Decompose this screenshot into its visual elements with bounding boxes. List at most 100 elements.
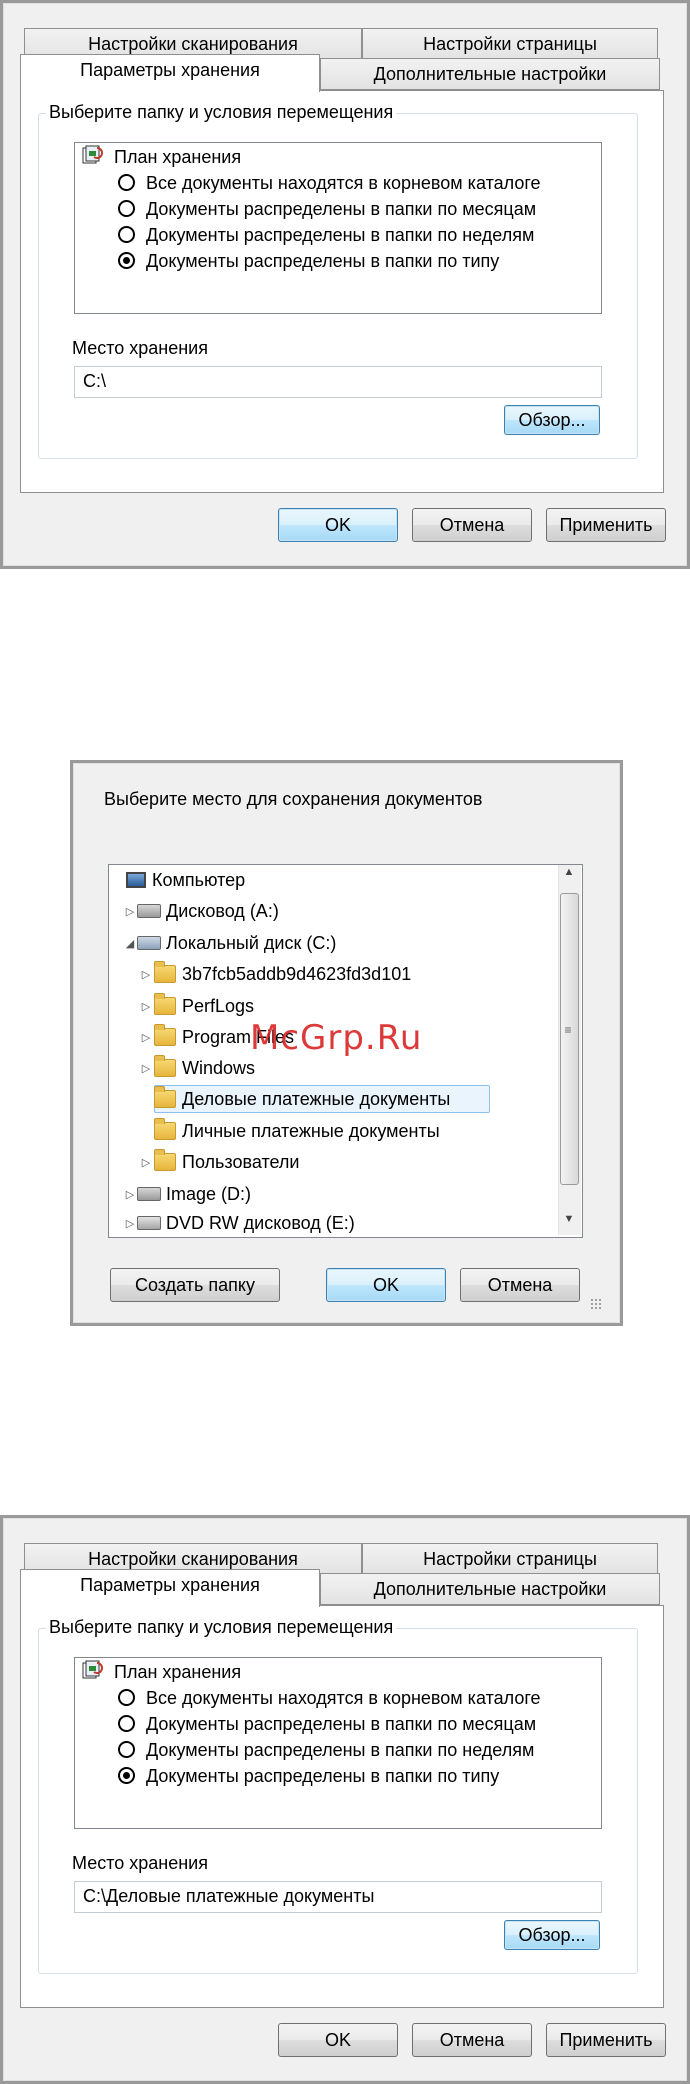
tree-item-selected-folder[interactable]: Деловые платежные документы [140,1086,451,1111]
radio-by-week[interactable] [118,1741,135,1758]
radio-root-folder[interactable] [118,1689,135,1706]
cancel-button[interactable]: Отмена [460,1268,580,1302]
tree-item-folder[interactable]: ▷ PerfLogs [140,993,255,1018]
folder-icon [154,961,176,983]
tree-item-label: Деловые платежные документы [182,1088,451,1109]
location-field[interactable]: C:\Деловые платежные документы [74,1881,602,1913]
watermark-text: McGrp.Ru [250,1018,423,1058]
option-label: Документы распределены в папки по месяца… [146,199,537,219]
tab-page-settings[interactable]: Настройки страницы [362,1543,658,1575]
option-label: Все документы находятся в корневом катал… [146,173,541,193]
option-label: Все документы находятся в корневом катал… [146,1688,541,1708]
folder-icon [154,1024,176,1046]
local-disk-icon [137,936,161,950]
tab-label: Настройки сканирования [88,1549,298,1569]
browse-button[interactable]: Обзор... [504,405,600,435]
tab-label: Настройки страницы [423,1549,597,1569]
radio-by-month[interactable] [118,1715,135,1732]
expand-arrow-icon[interactable]: ▷ [140,1000,152,1013]
floppy-drive-icon [137,904,161,918]
cancel-button[interactable]: Отмена [412,2023,532,2057]
tree-item-label: Windows [182,1057,256,1078]
radio-by-month[interactable] [118,200,135,217]
dvd-drive-icon [137,1216,161,1230]
tree-item-folder[interactable]: ▷ Пользователи [140,1149,300,1174]
folder-icon [154,993,176,1015]
tree-item-label: Пользователи [182,1151,300,1172]
tree-item-computer[interactable]: Компьютер [112,868,245,892]
expand-arrow-icon[interactable]: ▷ [140,1156,152,1169]
ok-button[interactable]: OK [278,508,398,542]
tree-item-folder[interactable]: Личные платежные документы [140,1118,440,1143]
tree-item-folder[interactable]: ▷ Windows [140,1055,256,1080]
option-label: Документы распределены в папки по неделя… [146,225,535,245]
folder-icon [154,1118,176,1140]
option-label: Документы распределены в папки по типу [146,1766,500,1786]
new-folder-button[interactable]: Создать папку [110,1268,280,1302]
ok-button[interactable]: OK [326,1268,446,1302]
apply-button[interactable]: Применить [546,508,666,542]
storage-plan-icon [82,145,103,164]
folder-icon [154,1149,176,1171]
radio-root-folder[interactable] [118,174,135,191]
resize-grip-icon[interactable] [590,1298,602,1310]
scroll-up-arrow-icon[interactable]: ▲ [561,866,577,884]
tab-advanced-settings[interactable]: Дополнительные настройки [320,58,660,90]
tree-item-label: Image (D:) [166,1183,252,1204]
tab-label: Дополнительные настройки [373,1579,607,1599]
option-label: Документы распределены в папки по месяца… [146,1714,537,1734]
tab-label: Параметры хранения [80,60,260,80]
group-title: Выберите папку и условия перемещения [46,102,397,123]
storage-plan-title: План хранения [114,147,242,167]
tree-item-label: DVD RW дисковод (E:) [166,1213,355,1233]
tab-storage-options[interactable]: Параметры хранения [20,1569,320,1607]
scroll-down-arrow-icon[interactable]: ▼ [561,1213,577,1231]
storage-plan-title: План хранения [114,1662,242,1682]
apply-button[interactable]: Применить [546,2023,666,2057]
tab-storage-options[interactable]: Параметры хранения [20,54,320,92]
tree-item-local-disk-c[interactable]: ◢ Локальный диск (C:) [124,931,337,955]
expand-arrow-icon[interactable]: ▷ [124,1188,136,1201]
tab-label: Параметры хранения [80,1575,260,1595]
option-label: Документы распределены в папки по неделя… [146,1740,535,1760]
expand-arrow-icon[interactable]: ▷ [124,905,136,918]
tab-page-settings[interactable]: Настройки страницы [362,28,658,60]
tree-item-floppy[interactable]: ▷ Дисковод (A:) [124,899,279,923]
tree-item-label: Локальный диск (C:) [166,932,337,953]
browse-prompt: Выберите место для сохранения документов [104,789,483,809]
tree-item-label: 3b7fcb5addb9d4623fd3d101 [182,963,412,984]
expand-arrow-icon[interactable]: ▷ [140,1062,152,1075]
tab-advanced-settings[interactable]: Дополнительные настройки [320,1573,660,1605]
location-label: Место хранения [72,338,208,358]
tab-label: Дополнительные настройки [373,64,607,84]
tab-label: Настройки страницы [423,34,597,54]
radio-by-type[interactable] [118,252,135,269]
tree-item-label: Дисковод (A:) [166,900,279,921]
tree-item-label: Компьютер [152,869,246,890]
ok-button[interactable]: OK [278,2023,398,2057]
storage-plan-icon [82,1660,103,1679]
location-field[interactable]: C:\ [74,366,602,398]
tree-item-dvd-drive[interactable]: ▷ DVD RW дисковод (E:) [124,1213,355,1233]
tree-item-folder[interactable]: ▷ 3b7fcb5addb9d4623fd3d101 [140,961,412,986]
expand-arrow-icon[interactable]: ▷ [140,968,152,981]
cancel-button[interactable]: Отмена [412,508,532,542]
location-label: Место хранения [72,1853,208,1873]
collapse-arrow-icon[interactable]: ◢ [124,937,136,950]
folder-icon [154,1086,176,1108]
scrollbar-grip-icon: ≡ [564,1023,572,1037]
folder-icon [154,1055,176,1077]
expand-arrow-icon[interactable]: ▷ [124,1217,136,1230]
group-title: Выберите папку и условия перемещения [46,1617,397,1638]
tree-item-label: Личные платежные документы [182,1120,440,1141]
radio-by-type[interactable] [118,1767,135,1784]
tree-item-label: PerfLogs [182,995,255,1016]
scrollbar-thumb[interactable] [560,893,579,1185]
expand-arrow-icon[interactable]: ▷ [140,1031,152,1044]
drive-icon [137,1187,161,1201]
browse-button[interactable]: Обзор... [504,1920,600,1950]
tree-item-drive-d[interactable]: ▷ Image (D:) [124,1182,251,1206]
computer-icon [126,872,146,888]
radio-by-week[interactable] [118,226,135,243]
option-label: Документы распределены в папки по типу [146,251,500,271]
